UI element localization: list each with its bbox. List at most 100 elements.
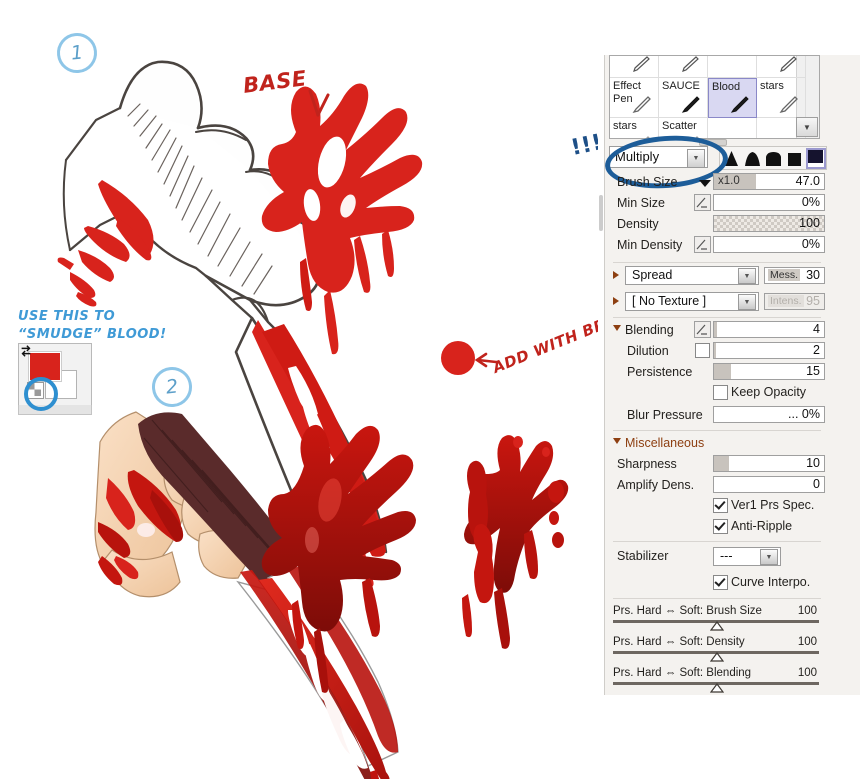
brush-preset-grid[interactable]: Effect Pen SAUCE Blood stars stars Scatt… <box>609 55 820 139</box>
pencil-icon <box>632 96 651 114</box>
blend-mode-value: Multiply <box>615 149 660 164</box>
keep-opacity-label: Keep Opacity <box>731 385 807 399</box>
anti-ripple-label: Anti-Ripple <box>731 519 793 533</box>
param-row-sharpness: Sharpness 10 <box>609 455 825 474</box>
mess-field[interactable]: Mess. 30 <box>764 267 825 284</box>
amplify-dens-field[interactable]: 0 <box>713 476 825 493</box>
brush-cell-empty-1[interactable] <box>708 118 757 138</box>
dome-shape-icon[interactable] <box>764 150 783 167</box>
base-arrow-icon <box>308 89 330 117</box>
ver1-prs-spec-checkbox[interactable] <box>713 498 728 513</box>
param-row-persistence: Persistence 15 <box>609 363 825 382</box>
triangle-down-icon[interactable] <box>613 438 621 444</box>
pressure-slider-value: 100 <box>797 667 817 679</box>
min-density-field[interactable]: 0% <box>713 236 825 253</box>
dilution-field[interactable]: 2 <box>713 342 825 359</box>
param-label: Blur Pressure <box>627 408 703 422</box>
persistence-field[interactable]: 15 <box>713 363 825 380</box>
keep-opacity-checkbox[interactable] <box>713 385 728 400</box>
blending-field[interactable]: 4 <box>713 321 825 338</box>
stabilizer-select[interactable]: --- ▼ <box>713 547 781 566</box>
chevron-down-icon[interactable]: ▼ <box>738 294 756 310</box>
brush-size-field[interactable]: x1.0 47.0 <box>713 173 825 190</box>
slider-thumb-icon[interactable] <box>710 683 724 693</box>
pressure-slider-value: 100 <box>797 636 817 648</box>
ver1-prs-spec-label: Ver1 Prs Spec. <box>731 498 815 512</box>
chevron-down-icon[interactable]: ▼ <box>738 268 756 284</box>
param-row-density: Density 100 <box>609 215 825 234</box>
chevron-down-icon[interactable]: ▼ <box>760 549 778 565</box>
chevron-down-icon[interactable] <box>698 178 712 188</box>
param-label: Amplify Dens. <box>617 478 695 492</box>
param-row-ver1-prs-spec: Ver1 Prs Spec. <box>609 497 825 516</box>
spread-select[interactable]: Spread ▼ <box>625 266 759 285</box>
brush-cell-partial-2[interactable] <box>659 56 708 78</box>
annotation-smudge-line2: “SMUDGE” BLOOD! <box>18 327 167 342</box>
brush-cell-scatter[interactable]: Scatter <box>659 118 708 138</box>
brush-cell-stars-2[interactable]: stars <box>610 118 659 138</box>
brush-cell-stars-1[interactable]: stars <box>757 78 806 118</box>
param-label: Dilution <box>627 344 669 358</box>
intensity-value: 95 <box>806 294 820 308</box>
blend-mode-select[interactable]: Multiply ▼ <box>609 146 708 168</box>
density-field[interactable]: 100 <box>713 215 825 232</box>
smudge-highlight-ring <box>24 377 58 411</box>
brush-cell-partial-1[interactable] <box>610 56 659 78</box>
bell-shape-icon[interactable] <box>743 150 762 167</box>
curve-interpo-checkbox[interactable] <box>713 575 728 590</box>
slider-thumb-icon[interactable] <box>710 621 724 631</box>
param-row-dilution: Dilution 2 <box>609 342 825 361</box>
brush-size-multiplier: x1.0 <box>718 175 740 187</box>
dilution-checkbox[interactable] <box>695 343 710 358</box>
solid-square-shape-icon[interactable] <box>806 147 826 169</box>
blur-pressure-field[interactable]: ... 0% <box>713 406 825 423</box>
param-label: Brush Size <box>617 175 678 189</box>
triangle-right-icon[interactable] <box>613 271 619 279</box>
chevron-down-icon[interactable]: ▼ <box>796 117 818 137</box>
anti-ripple-checkbox[interactable] <box>713 519 728 534</box>
slider-thumb-icon[interactable] <box>710 652 724 662</box>
mess-label: Mess. <box>768 269 801 281</box>
param-label: Sharpness <box>617 457 677 471</box>
param-row-blending: Blending 4 <box>609 321 825 340</box>
brush-cell-label: stars <box>613 120 637 132</box>
splitter-grip[interactable] <box>599 195 603 231</box>
chevron-down-icon[interactable]: ▼ <box>687 149 705 168</box>
triangle-shape-icon[interactable] <box>722 150 741 167</box>
min-size-pressure-icon[interactable] <box>694 194 711 211</box>
brush-cell-partial-3[interactable] <box>708 56 757 78</box>
param-label: Persistence <box>627 365 693 379</box>
min-size-value: 0% <box>801 195 820 209</box>
triangle-right-icon[interactable] <box>613 297 619 305</box>
annotation-smudge: USE THIS TO “SMUDGE” BLOOD! <box>18 308 167 344</box>
triangle-down-icon[interactable] <box>613 325 621 331</box>
pressure-slider-value: 100 <box>797 605 817 617</box>
blood-spray-splatter <box>462 435 569 649</box>
paint-tool-brush-panel: Effect Pen SAUCE Blood stars stars Scatt… <box>603 55 860 695</box>
brush-cell-effect-pen[interactable]: Effect Pen <box>610 78 659 118</box>
brush-cell-partial-4[interactable] <box>757 56 806 78</box>
param-label: Min Density <box>617 238 683 252</box>
mess-value: 30 <box>806 268 820 282</box>
texture-value: [ No Texture ] <box>632 294 707 308</box>
swap-arrows-icon[interactable] <box>19 344 33 358</box>
square-shape-icon[interactable] <box>785 150 804 167</box>
brush-cell-blood[interactable]: Blood <box>708 78 757 118</box>
brush-cell-label: Blood <box>712 81 741 93</box>
section-header-blending: Blending <box>625 323 674 337</box>
blending-pressure-icon[interactable] <box>694 321 711 338</box>
param-row-stabilizer: Stabilizer --- ▼ <box>609 547 825 568</box>
param-label: Density <box>617 217 659 231</box>
sketch-wrist-blood <box>57 180 154 307</box>
min-density-pressure-icon[interactable] <box>694 236 711 253</box>
pencil-icon <box>646 136 650 138</box>
sharpness-field[interactable]: 10 <box>713 455 825 472</box>
pencil-icon <box>633 56 650 72</box>
min-size-field[interactable]: 0% <box>713 194 825 211</box>
blood-dot-sample <box>441 341 475 375</box>
brush-shape-row[interactable] <box>719 146 827 170</box>
texture-select[interactable]: [ No Texture ] ▼ <box>625 292 759 311</box>
panel-resize-grip[interactable] <box>699 139 727 146</box>
brush-cell-sauce[interactable]: SAUCE <box>659 78 708 118</box>
brush-cell-label: stars <box>760 80 784 92</box>
